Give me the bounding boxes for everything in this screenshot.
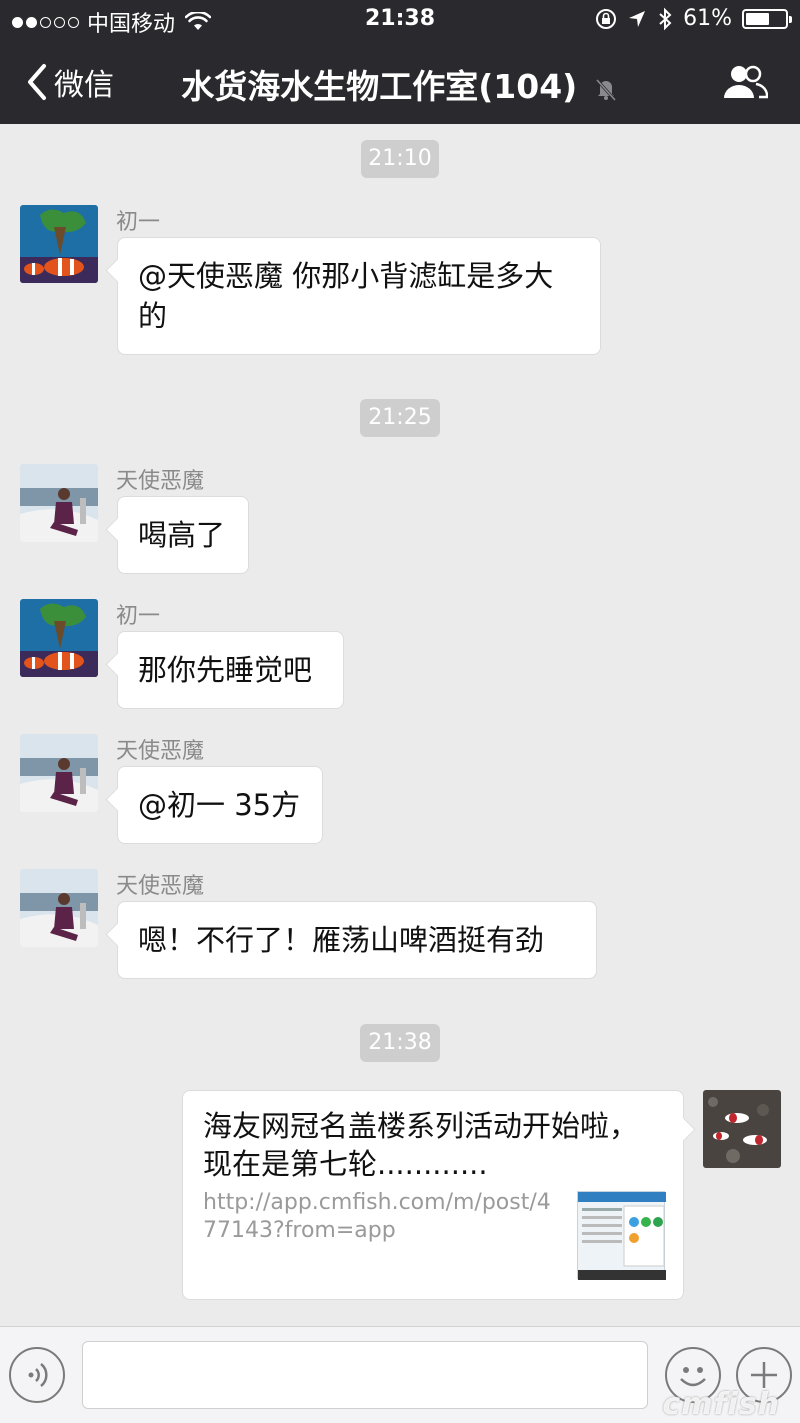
rotation-lock-icon — [596, 8, 617, 29]
boat-person-avatar-icon — [20, 869, 98, 947]
message-bubble[interactable]: @天使恶魔 你那小背滤缸是多大的 — [117, 237, 601, 355]
sender-name: 天使恶魔 — [116, 874, 205, 899]
link-card-bubble[interactable]: 海友网冠名盖楼系列活动开始啦，现在是第七轮............ http:/… — [182, 1090, 684, 1300]
sender-name: 初一 — [116, 604, 161, 629]
link-thumbnail-icon — [577, 1191, 666, 1280]
message-bubble[interactable]: 喝高了 — [117, 496, 249, 574]
boat-person-avatar-icon — [20, 464, 98, 542]
boat-person-avatar-icon — [20, 734, 98, 812]
link-card-url: http://app.cmfish.com/m/post/477143?from… — [203, 1190, 551, 1243]
sender-name: 天使恶魔 — [116, 469, 205, 494]
shrimp-avatar-icon — [703, 1090, 781, 1168]
chat-title-text: 水货海水生物工作室(104) — [181, 67, 578, 106]
timestamp: 21:38 — [360, 1024, 440, 1062]
battery-percent: 61% — [683, 6, 732, 31]
status-bar: 中国移动 21:38 61% — [0, 0, 800, 40]
status-right: 61% — [595, 6, 792, 31]
link-card-title: 海友网冠名盖楼系列活动开始啦，现在是第七轮............ — [203, 1109, 639, 1181]
avatar-chuyi[interactable] — [20, 205, 98, 283]
message-bubble[interactable]: 那你先睡觉吧 — [117, 631, 344, 709]
clownfish-avatar-icon — [20, 599, 98, 677]
mute-bell-icon — [595, 78, 616, 101]
nav-bar: 微信 水货海水生物工作室(104) — [0, 40, 800, 124]
timestamp: 21:25 — [360, 399, 440, 437]
sender-name: 天使恶魔 — [116, 739, 205, 764]
avatar-self[interactable] — [703, 1090, 781, 1168]
input-bar: cmfish — [0, 1326, 800, 1423]
avatar-tianshi-emo[interactable] — [20, 869, 98, 947]
avatar-chuyi[interactable] — [20, 599, 98, 677]
chat-area[interactable]: 21:10 初一 @天使恶魔 你那小背滤缸是多大的 21:25 天使恶魔 喝高了… — [0, 124, 800, 1326]
watermark: cmfish — [662, 1387, 780, 1422]
group-members-icon[interactable] — [722, 62, 768, 102]
voice-input-button[interactable] — [9, 1347, 65, 1403]
timestamp: 21:10 — [361, 140, 439, 178]
bluetooth-icon — [659, 7, 672, 30]
location-icon — [629, 10, 646, 27]
message-bubble[interactable]: 嗯！不行了！雁荡山啤酒挺有劲 — [117, 901, 597, 979]
voice-wave-icon — [28, 1363, 48, 1387]
chat-title: 水货海水生物工作室(104) — [0, 60, 800, 108]
top-bar: 中国移动 21:38 61% 微信 水货海水生物工作室(104) — [0, 0, 800, 124]
avatar-tianshi-emo[interactable] — [20, 734, 98, 812]
message-bubble[interactable]: @初一 35方 — [117, 766, 323, 844]
sender-name: 初一 — [116, 210, 161, 235]
clownfish-avatar-icon — [20, 205, 98, 283]
avatar-tianshi-emo[interactable] — [20, 464, 98, 542]
message-input[interactable] — [82, 1341, 648, 1409]
battery-icon — [742, 8, 792, 29]
